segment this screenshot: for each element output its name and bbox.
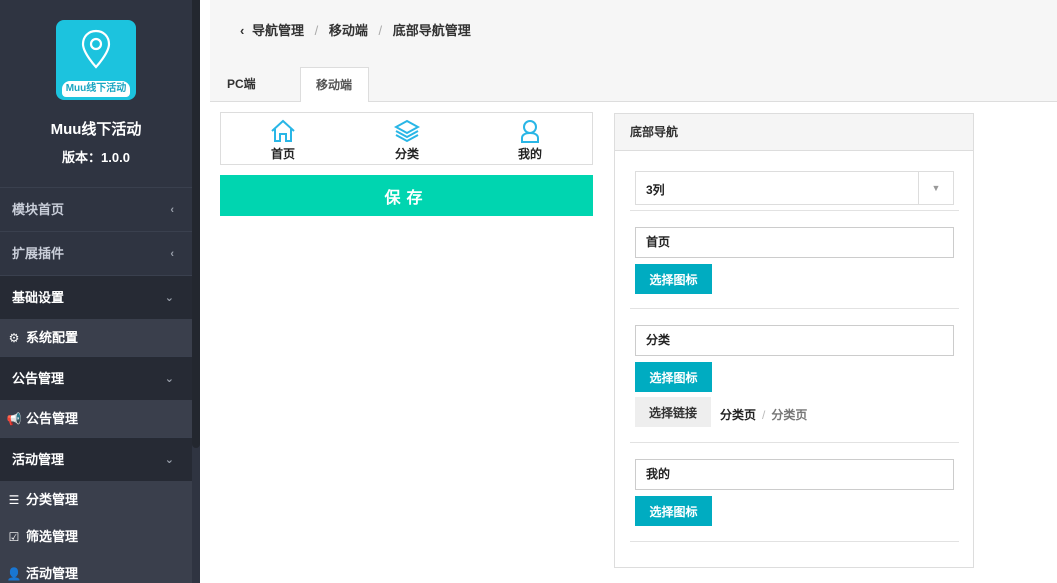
logo-text: Muu线下活动 [62,81,130,97]
divider [630,308,959,309]
home-icon [271,119,295,142]
menu-item-system-config[interactable]: ⚙ 系统配置 [0,319,192,356]
menu-group-module-home[interactable]: 模块首页 ‹ [0,187,192,231]
back-chevron-icon[interactable]: ‹ [240,23,244,38]
breadcrumb-item[interactable]: 移动端 [329,23,368,38]
save-button[interactable]: 保存 [220,175,593,216]
menu-group-basic-settings[interactable]: 基础设置 ⌄ [0,275,192,319]
brand: Muu线下活动 Muu线下活动 版本：1.0.0 [0,0,192,187]
chevron-left-icon: ‹ [170,248,174,260]
topbar: ‹ 导航管理 / 移动端 / 底部导航管理 [210,0,1057,57]
tabs-bar: PC端 移动端 [210,57,1057,103]
menu-group-label: 活动管理 [12,452,65,467]
preview-item-label: 分类 [394,147,419,161]
main-area: ‹ 导航管理 / 移动端 / 底部导航管理 PC端 移动端 首页 分类 我的 保… [200,0,1057,583]
link-path-item: 分类页 [771,408,808,422]
sidebar: Muu线下活动 Muu线下活动 版本：1.0.0 模块首页 ‹ 扩展插件 ‹ 基… [0,0,200,583]
divider [630,442,959,443]
menu-item-announcements[interactable]: 📢 公告管理 [0,400,192,437]
list-icon: ☰ [8,493,20,507]
content: 首页 分类 我的 保存 底部导航 3列 ▼ 首页 选择图标 分类 选择图标 选择… [210,102,1057,583]
preview-item-label: 我的 [517,147,542,161]
preview-item-label: 首页 [270,147,295,161]
breadcrumb: ‹ 导航管理 / 移动端 / 底部导航管理 [240,20,471,39]
menu-group-activities[interactable]: 活动管理 ⌄ [0,437,192,481]
menu-group-announcements[interactable]: 公告管理 ⌄ [0,356,192,400]
preview-item-mine[interactable]: 我的 [490,119,570,162]
menu-item-filters[interactable]: ☑ 筛选管理 [0,518,192,555]
breadcrumb-item[interactable]: 导航管理 [252,23,304,38]
user-icon [521,120,539,143]
map-pin-icon [81,29,111,69]
choose-link-button[interactable]: 选择链接 [635,397,711,427]
panel-title: 底部导航 [615,114,973,151]
menu-group-label: 公告管理 [12,371,65,386]
chevron-down-icon: ⌄ [164,454,174,466]
preview-item-home[interactable]: 首页 [243,119,323,162]
menu-group-label: 模块首页 [12,202,65,217]
choose-icon-button[interactable]: 选择图标 [635,362,712,392]
nav-name-field[interactable]: 分类 [635,325,954,356]
app-version: 版本：1.0.0 [62,150,130,165]
chevron-down-icon: ⌄ [164,292,174,304]
layers-icon [394,119,420,143]
bottom-nav-preview: 首页 分类 我的 [220,112,593,165]
nav-name-field[interactable]: 我的 [635,459,954,490]
link-path-separator: / [762,408,766,422]
breadcrumb-separator: / [314,23,319,38]
user-plus-icon: 👤 [6,567,22,581]
choose-icon-button[interactable]: 选择图标 [635,264,712,294]
divider [630,541,959,542]
app-name: Muu线下活动 [50,121,142,138]
menu-group-extensions[interactable]: 扩展插件 ‹ [0,231,192,275]
bullhorn-icon: 📢 [6,412,22,426]
columns-select-value: 3列 [646,183,665,197]
menu-item-label: 系统配置 [26,330,79,345]
caret-down-icon: ▼ [918,172,953,204]
sidebar-scrollbar[interactable] [192,0,200,448]
nav-name-field[interactable]: 首页 [635,227,954,258]
check-square-icon: ☑ [8,530,20,544]
menu-item-label: 活动管理 [26,566,79,581]
tab-pc[interactable]: PC端 [212,67,271,102]
breadcrumb-separator: / [378,23,383,38]
link-path: 分类页 / 分类页 [720,406,807,423]
menu-group-label: 基础设置 [12,290,65,305]
columns-select[interactable]: 3列 ▼ [635,171,954,205]
menu-item-label: 公告管理 [26,411,79,426]
link-path-item: 分类页 [720,408,757,422]
menu-group-label: 扩展插件 [12,246,65,261]
cogs-icon: ⚙ [8,331,20,345]
menu-item-label: 筛选管理 [26,529,79,544]
preview-item-category[interactable]: 分类 [367,119,447,162]
tab-mobile[interactable]: 移动端 [300,67,369,103]
menu-item-label: 分类管理 [26,492,79,507]
divider [630,210,959,211]
menu-item-activities[interactable]: 👤 活动管理 [0,555,192,583]
app-logo[interactable]: Muu线下活动 [56,20,136,100]
bottom-nav-panel: 底部导航 3列 ▼ 首页 选择图标 分类 选择图标 选择链接 分类页 / 分类页 我… [614,113,974,568]
chevron-left-icon: ‹ [170,204,174,216]
chevron-down-icon: ⌄ [164,373,174,385]
choose-icon-button[interactable]: 选择图标 [635,496,712,526]
menu-item-categories[interactable]: ☰ 分类管理 [0,481,192,518]
breadcrumb-item-current: 底部导航管理 [392,23,471,38]
